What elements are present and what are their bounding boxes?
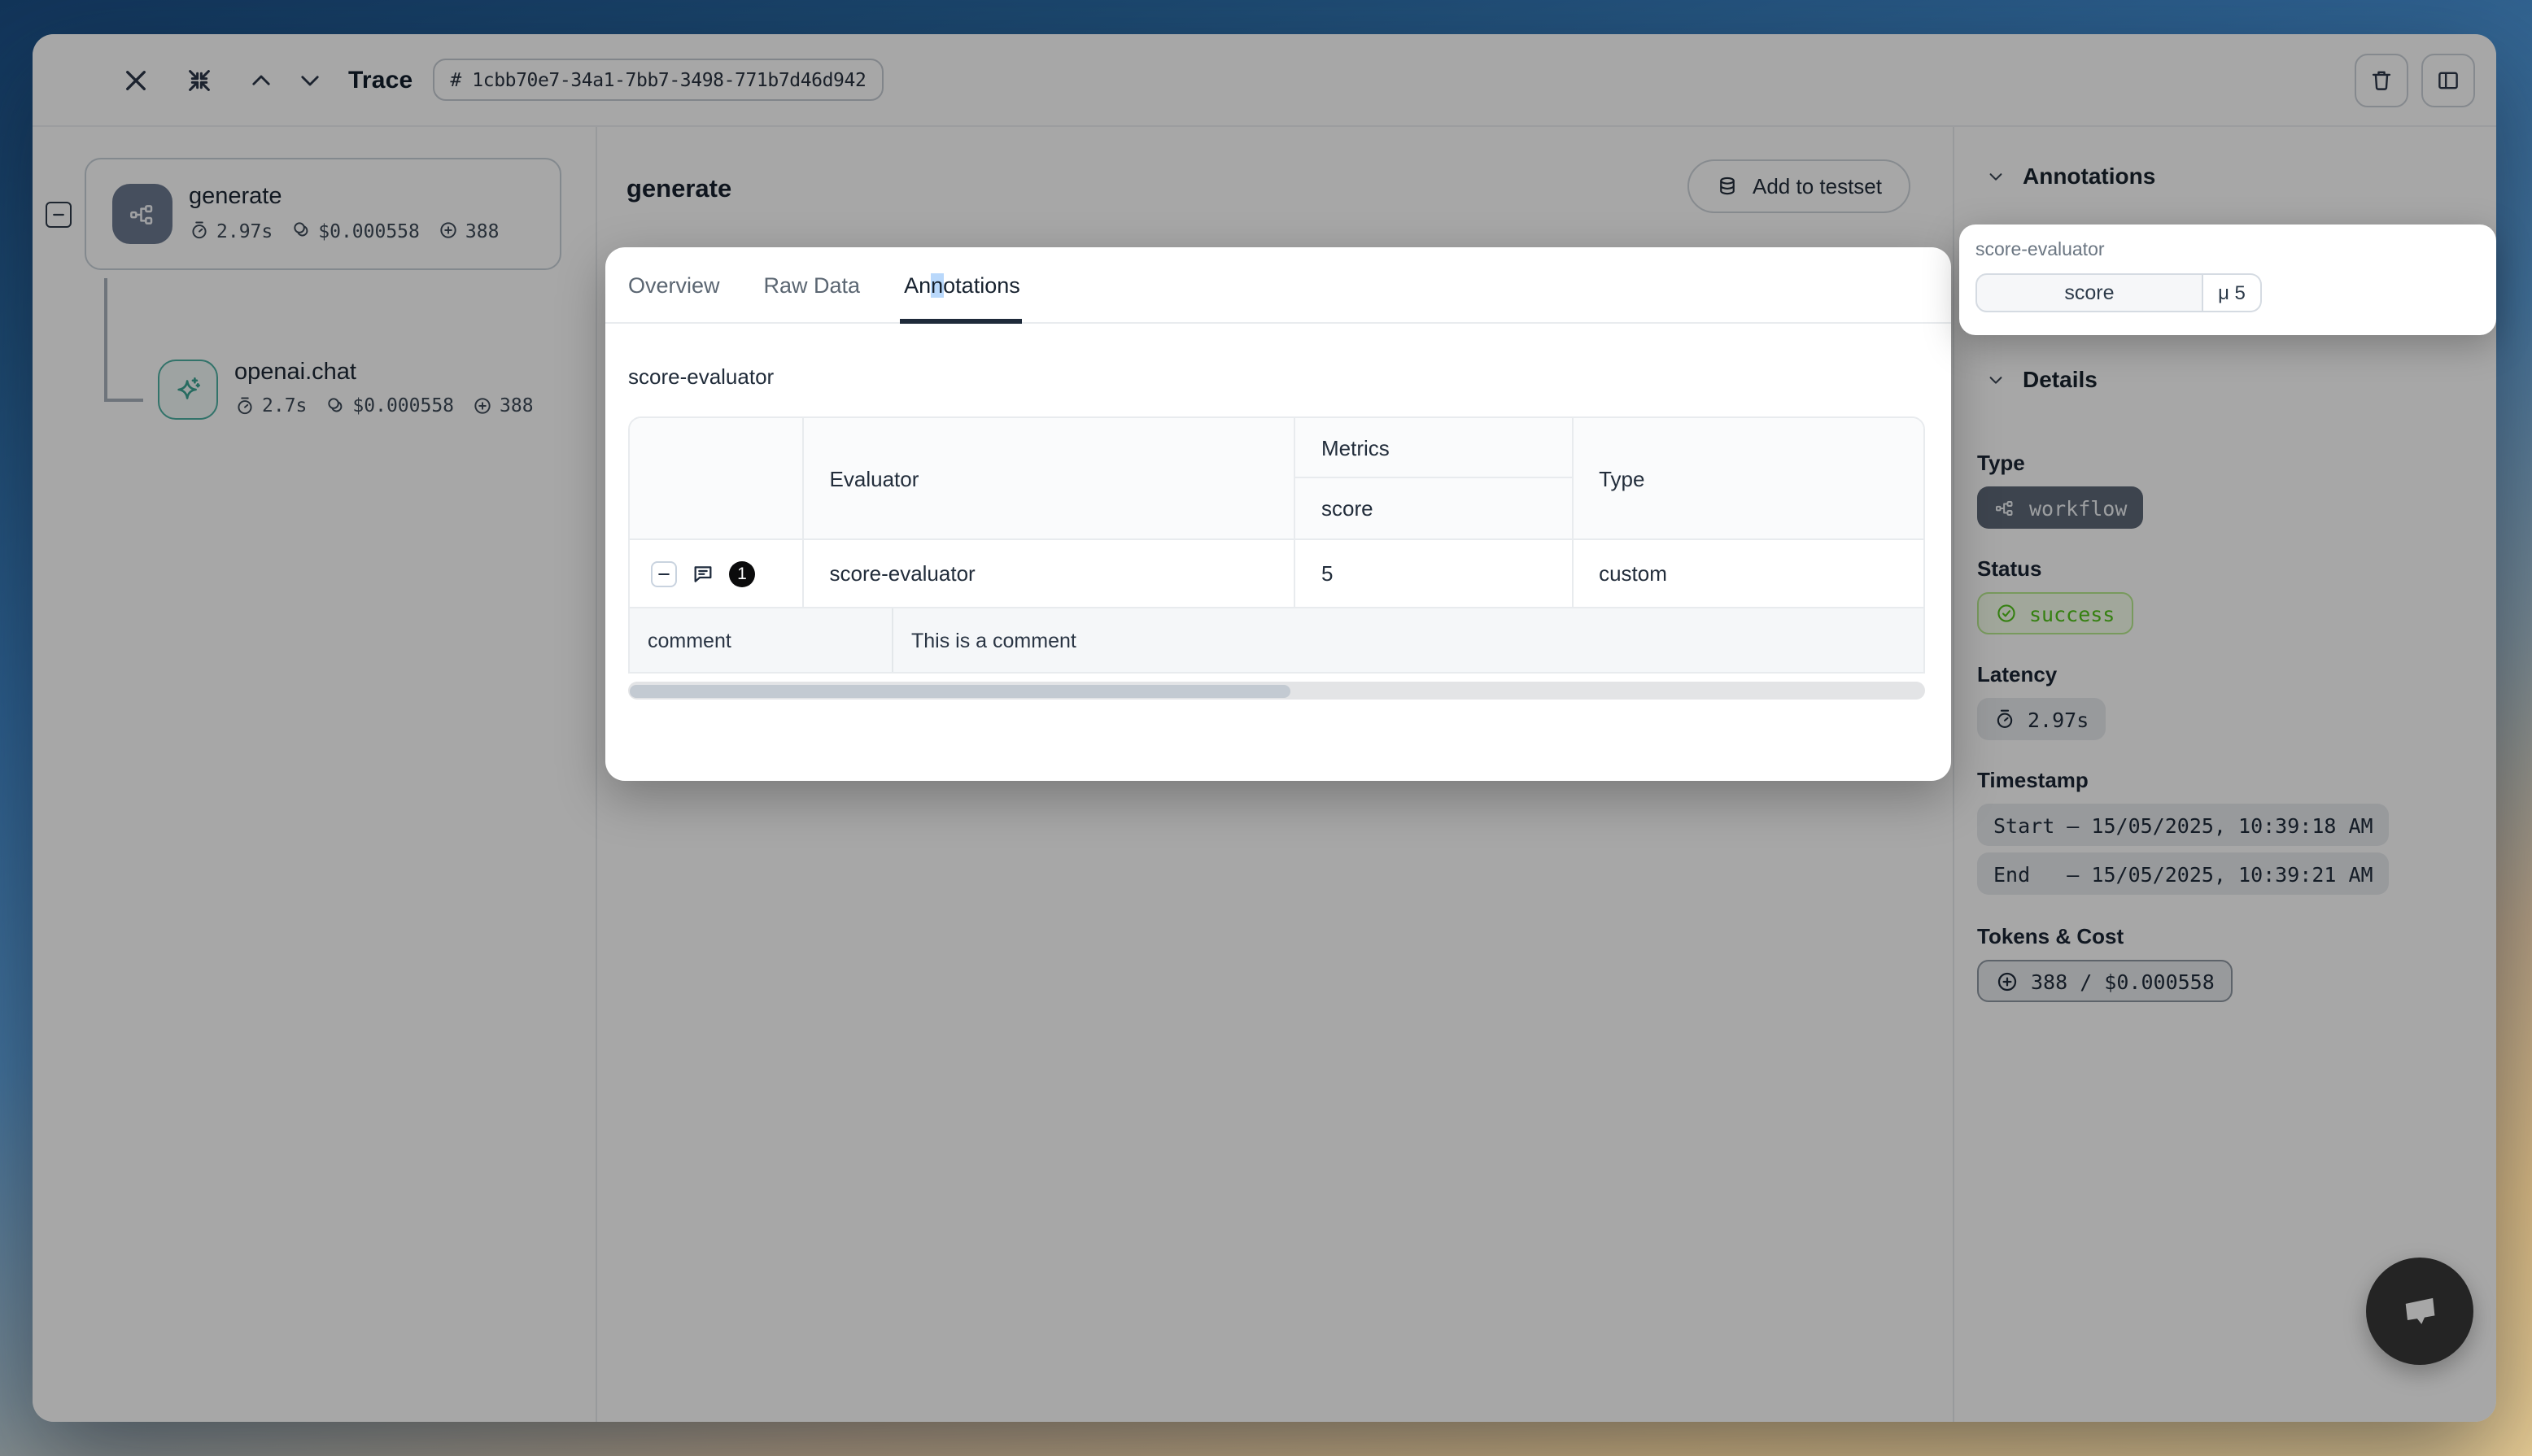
- annotation-score-card: score-evaluator score μ 5: [1959, 225, 2496, 335]
- comment-icon[interactable]: [690, 560, 716, 586]
- comment-key: comment: [630, 608, 893, 672]
- span-tabs: Overview Raw Data Annotations: [605, 247, 1951, 324]
- tab-annotations-text: otations: [943, 272, 1020, 297]
- tab-annotations-text: An: [904, 272, 931, 297]
- cell-score: 5: [1294, 540, 1571, 607]
- comment-count-badge: 1: [729, 560, 755, 586]
- header-cell-empty: [630, 418, 802, 538]
- table-header: Evaluator Metrics score Type: [630, 418, 1923, 538]
- collapse-row-checkbox[interactable]: [651, 560, 677, 586]
- scrollbar-thumb[interactable]: [630, 684, 1290, 697]
- metric-name-field[interactable]: score: [1975, 273, 2203, 312]
- metric-input-group: score μ 5: [1975, 273, 2262, 312]
- table-row[interactable]: 1 score-evaluator 5 custom: [630, 538, 1923, 607]
- header-cell-metrics: Metrics score: [1294, 418, 1571, 538]
- comment-value: This is a comment: [893, 608, 1923, 672]
- cell-evaluator: score-evaluator: [802, 540, 1294, 607]
- metric-mean-badge: μ 5: [2203, 273, 2262, 312]
- horizontal-scrollbar[interactable]: [628, 682, 1925, 700]
- active-tab-indicator: [900, 319, 1022, 324]
- header-cell-evaluator: Evaluator: [802, 418, 1294, 538]
- tab-raw-data[interactable]: Raw Data: [764, 272, 861, 297]
- tab-annotations[interactable]: Annotations: [904, 272, 1020, 297]
- comment-expanded-row: comment This is a comment: [630, 607, 1923, 672]
- metrics-group-label: Metrics: [1295, 418, 1571, 478]
- annotation-evaluator-label: score-evaluator: [1975, 241, 2480, 260]
- annotations-table: Evaluator Metrics score Type 1 score-eva…: [628, 416, 1925, 674]
- tab-annotations-selected-text: n: [931, 272, 943, 297]
- cell-type: custom: [1571, 540, 1923, 607]
- metrics-subcolumn-score: score: [1295, 478, 1571, 538]
- header-cell-type: Type: [1571, 418, 1923, 538]
- annotations-tab-panel: Overview Raw Data Annotations score-eval…: [605, 247, 1951, 781]
- page: Trace # 1cbb70e7-34a1-7bb7-3498-771b7d46…: [0, 0, 2532, 1456]
- tab-overview[interactable]: Overview: [628, 272, 720, 297]
- evaluator-section-title: score-evaluator: [628, 364, 774, 389]
- row-controls-cell: 1: [630, 540, 802, 607]
